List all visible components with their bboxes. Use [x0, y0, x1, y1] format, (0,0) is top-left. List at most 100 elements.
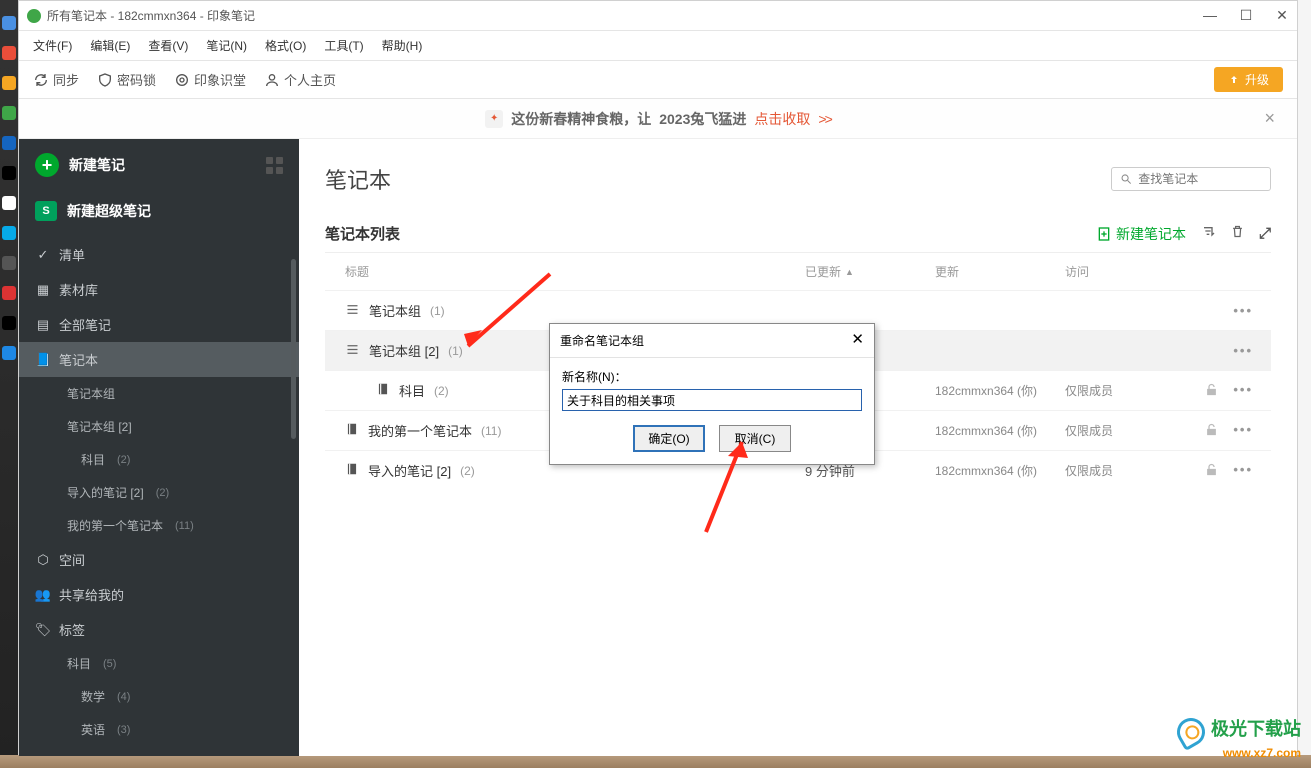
- menu-note[interactable]: 笔记(N): [206, 37, 247, 54]
- more-icon[interactable]: •••: [1233, 303, 1253, 318]
- unlock-icon[interactable]: [1204, 422, 1219, 440]
- more-icon[interactable]: •••: [1233, 343, 1253, 358]
- toolbar: 同步 密码锁 印象识堂 个人主页 升级: [19, 61, 1297, 99]
- sidebar-item-label: 笔记本组 [2]: [67, 418, 132, 435]
- sidebar: + 新建笔记 S 新建超级笔记 ✓ 清单 ▦ 素材库 ▤ 全部笔记 📘笔记本笔记本组笔记本组…: [19, 139, 299, 756]
- sidebar-item[interactable]: 语文(4): [19, 746, 299, 756]
- notebook-icon: [345, 462, 359, 479]
- sidebar-item[interactable]: 科目(5): [19, 647, 299, 680]
- user-icon: [264, 72, 280, 88]
- sort-asc-icon: ▲: [845, 267, 854, 277]
- nav-icon: ✓: [35, 247, 51, 263]
- supernote-icon: S: [35, 201, 57, 221]
- sidebar-item[interactable]: 导入的笔记 [2](2): [19, 476, 299, 509]
- target-icon: [174, 72, 190, 88]
- titlebar: 所有笔记本 - 182cmmxn364 - 印象笔记 — ☐ ✕: [19, 1, 1297, 31]
- sidebar-item-label: 素材库: [59, 280, 98, 299]
- sort-icon[interactable]: [1200, 223, 1216, 244]
- menu-view[interactable]: 查看(V): [148, 37, 188, 54]
- app-icon: [27, 9, 41, 23]
- sidebar-item[interactable]: 我的第一个笔记本(11): [19, 509, 299, 542]
- menu-file[interactable]: 文件(F): [33, 37, 72, 54]
- sidebar-item[interactable]: 笔记本组: [19, 377, 299, 410]
- grid-icon[interactable]: [266, 157, 283, 174]
- sidebar-item[interactable]: 数学(4): [19, 680, 299, 713]
- minimize-button[interactable]: —: [1203, 7, 1217, 24]
- sidebar-item-label: 科目: [67, 655, 91, 672]
- more-icon[interactable]: •••: [1233, 422, 1253, 440]
- sidebar-item[interactable]: 🏷 标签: [19, 612, 299, 647]
- dialog-close-icon[interactable]: ✕: [851, 332, 864, 349]
- stack-icon: [345, 302, 360, 320]
- rename-input[interactable]: [562, 389, 862, 411]
- sidebar-item[interactable]: 👥 共享给我的: [19, 577, 299, 612]
- unlock-icon[interactable]: [1204, 382, 1219, 400]
- page-title: 笔记本: [325, 163, 391, 195]
- sidebar-item-label: 我的第一个笔记本: [67, 517, 163, 534]
- lock-button[interactable]: 密码锁: [97, 70, 156, 89]
- sidebar-item-label: 标签: [59, 620, 85, 639]
- plus-icon: +: [35, 153, 59, 177]
- promo-close-icon[interactable]: ×: [1264, 108, 1275, 129]
- list-title: 笔记本列表: [325, 223, 400, 244]
- shield-icon: [97, 72, 113, 88]
- new-note-button[interactable]: + 新建笔记: [19, 139, 299, 191]
- sidebar-item[interactable]: ▤ 全部笔记: [19, 307, 299, 342]
- sync-icon: [33, 72, 49, 88]
- home-button[interactable]: 个人主页: [264, 70, 336, 89]
- sidebar-item-label: 清单: [59, 245, 85, 264]
- sidebar-item-label: 科目: [81, 451, 105, 468]
- sidebar-item[interactable]: 笔记本组 [2]: [19, 410, 299, 443]
- new-notebook-button[interactable]: 新建笔记本: [1096, 224, 1186, 244]
- desktop-dock: [0, 0, 18, 768]
- sidebar-item[interactable]: ▦ 素材库: [19, 272, 299, 307]
- sidebar-item-label: 数学: [81, 688, 105, 705]
- desktop-bottom: [0, 755, 1311, 768]
- sync-button[interactable]: 同步: [33, 70, 79, 89]
- sidebar-item-label: 导入的笔记 [2]: [67, 484, 144, 501]
- sidebar-item-label: 共享给我的: [59, 585, 124, 604]
- nav-icon: 🏷: [35, 622, 51, 638]
- search-icon: [1120, 172, 1132, 186]
- sidebar-item-label: 笔记本组: [67, 385, 115, 402]
- sidebar-item[interactable]: ✓ 清单: [19, 237, 299, 272]
- trash-icon[interactable]: [1230, 224, 1245, 244]
- maximize-button[interactable]: ☐: [1239, 7, 1253, 24]
- nav-icon: 👥: [35, 587, 51, 603]
- promo-icon: ✦: [485, 110, 503, 128]
- watermark-icon: [1172, 712, 1210, 750]
- stack-icon: [345, 342, 360, 360]
- sidebar-item[interactable]: 📘笔记本: [19, 342, 299, 377]
- menu-format[interactable]: 格式(O): [265, 37, 306, 54]
- close-button[interactable]: ✕: [1275, 7, 1289, 24]
- menubar: 文件(F) 编辑(E) 查看(V) 笔记(N) 格式(O) 工具(T) 帮助(H…: [19, 31, 1297, 61]
- class-button[interactable]: 印象识堂: [174, 70, 246, 89]
- promo-bar[interactable]: ✦ 这份新春精神食粮，让2023兔飞猛进 点击收取 >> ×: [19, 99, 1297, 139]
- search-input-wrap[interactable]: [1111, 167, 1271, 191]
- sidebar-scrollbar[interactable]: [291, 259, 296, 439]
- more-icon[interactable]: •••: [1233, 462, 1253, 480]
- sidebar-item[interactable]: 英语(3): [19, 713, 299, 746]
- nav-icon: ▤: [35, 317, 51, 333]
- sidebar-item-label: 全部笔记: [59, 315, 111, 334]
- nav-icon: 📘: [35, 352, 51, 368]
- more-icon[interactable]: •••: [1233, 382, 1253, 400]
- menu-tool[interactable]: 工具(T): [324, 37, 363, 54]
- menu-edit[interactable]: 编辑(E): [90, 37, 130, 54]
- sidebar-item-label: 空间: [59, 550, 85, 569]
- menu-help[interactable]: 帮助(H): [382, 37, 423, 54]
- notebook-icon: [345, 422, 359, 439]
- new-supernote-button[interactable]: S 新建超级笔记: [19, 191, 299, 237]
- nav-icon: ▦: [35, 282, 51, 298]
- up-arrow-icon: [1228, 74, 1240, 86]
- notebook-plus-icon: [1096, 226, 1112, 242]
- sidebar-item[interactable]: ⬡空间: [19, 542, 299, 577]
- search-input[interactable]: [1138, 172, 1262, 186]
- upgrade-button[interactable]: 升级: [1214, 67, 1283, 92]
- sidebar-item-label: 英语: [81, 721, 105, 738]
- sidebar-item[interactable]: 科目(2): [19, 443, 299, 476]
- col-updated[interactable]: 已更新▲: [805, 263, 935, 280]
- notebook-icon: [376, 382, 390, 399]
- unlock-icon[interactable]: [1204, 462, 1219, 480]
- expand-icon[interactable]: ⤢: [1259, 225, 1271, 242]
